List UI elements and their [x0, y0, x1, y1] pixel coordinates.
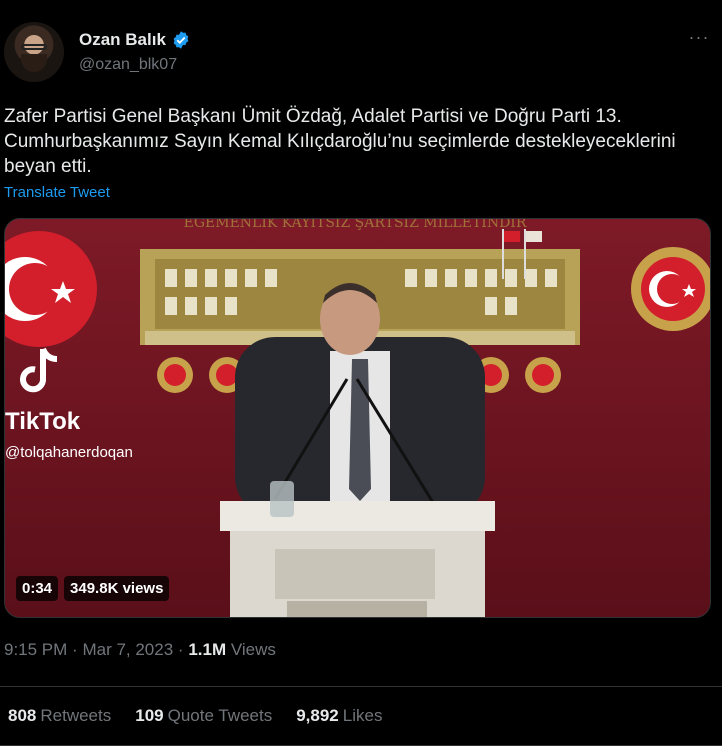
- likes-stat[interactable]: 9,892 Likes: [296, 706, 382, 726]
- quote-tweets-stat[interactable]: 109 Quote Tweets: [135, 706, 272, 726]
- avatar-beard: [21, 54, 47, 72]
- tweet-text: Zafer Partisi Genel Başkanı Ümit Özdağ, …: [4, 106, 676, 177]
- retweets-stat[interactable]: 808 Retweets: [8, 706, 111, 726]
- video-view-count: 349.8K views: [64, 576, 170, 601]
- avatar[interactable]: [4, 22, 64, 82]
- video-duration: 0:34: [16, 576, 59, 601]
- translate-tweet-link[interactable]: Translate Tweet: [4, 184, 110, 201]
- tweet-header: Ozan Balık @ozan_blk07 ···: [4, 22, 718, 86]
- tweet-meta: 9:15 PM · Mar 7, 2023 · 1.1M Views: [4, 640, 276, 660]
- verified-badge-icon: [173, 31, 189, 49]
- avatar-glasses: [21, 44, 47, 50]
- quote-tweets-count: 109: [135, 706, 164, 725]
- retweets-count: 808: [8, 706, 37, 725]
- likes-count: 9,892: [296, 706, 339, 725]
- podium: [220, 501, 495, 617]
- more-options-icon[interactable]: ···: [686, 28, 712, 54]
- author-handle[interactable]: @ozan_blk07: [79, 56, 177, 74]
- meta-separator: ·: [72, 640, 78, 659]
- author-display-name[interactable]: Ozan Balık: [79, 30, 166, 50]
- tiktok-label: TikTok: [5, 408, 81, 435]
- video-player[interactable]: EGEMENLİK KAYITSIZ ŞARTSIZ MİLLETİNDİR T…: [4, 218, 711, 618]
- divider: [0, 686, 722, 687]
- retweets-label: Retweets: [40, 706, 112, 725]
- tiktok-handle: @tolqahanerdoqan: [5, 444, 133, 461]
- tweet-time[interactable]: 9:15 PM: [4, 640, 67, 659]
- video-frame: EGEMENLİK KAYITSIZ ŞARTSIZ MİLLETİNDİR T…: [5, 219, 710, 617]
- likes-label: Likes: [342, 706, 383, 725]
- quote-tweets-label: Quote Tweets: [167, 706, 273, 725]
- video-overlay: 0:34 349.8K views: [16, 576, 170, 601]
- tweet-date[interactable]: Mar 7, 2023: [82, 640, 173, 659]
- banner-text: EGEMENLİK KAYITSIZ ŞARTSIZ MİLLETİNDİR: [184, 219, 527, 231]
- engagement-stats: 808 Retweets 109 Quote Tweets 9,892 Likes: [8, 706, 382, 726]
- tweet-views-count: 1.1M: [188, 640, 227, 659]
- tweet-views-label: Views: [230, 640, 276, 659]
- meta-separator: ·: [177, 640, 184, 659]
- author-name-row: Ozan Balık: [79, 30, 191, 50]
